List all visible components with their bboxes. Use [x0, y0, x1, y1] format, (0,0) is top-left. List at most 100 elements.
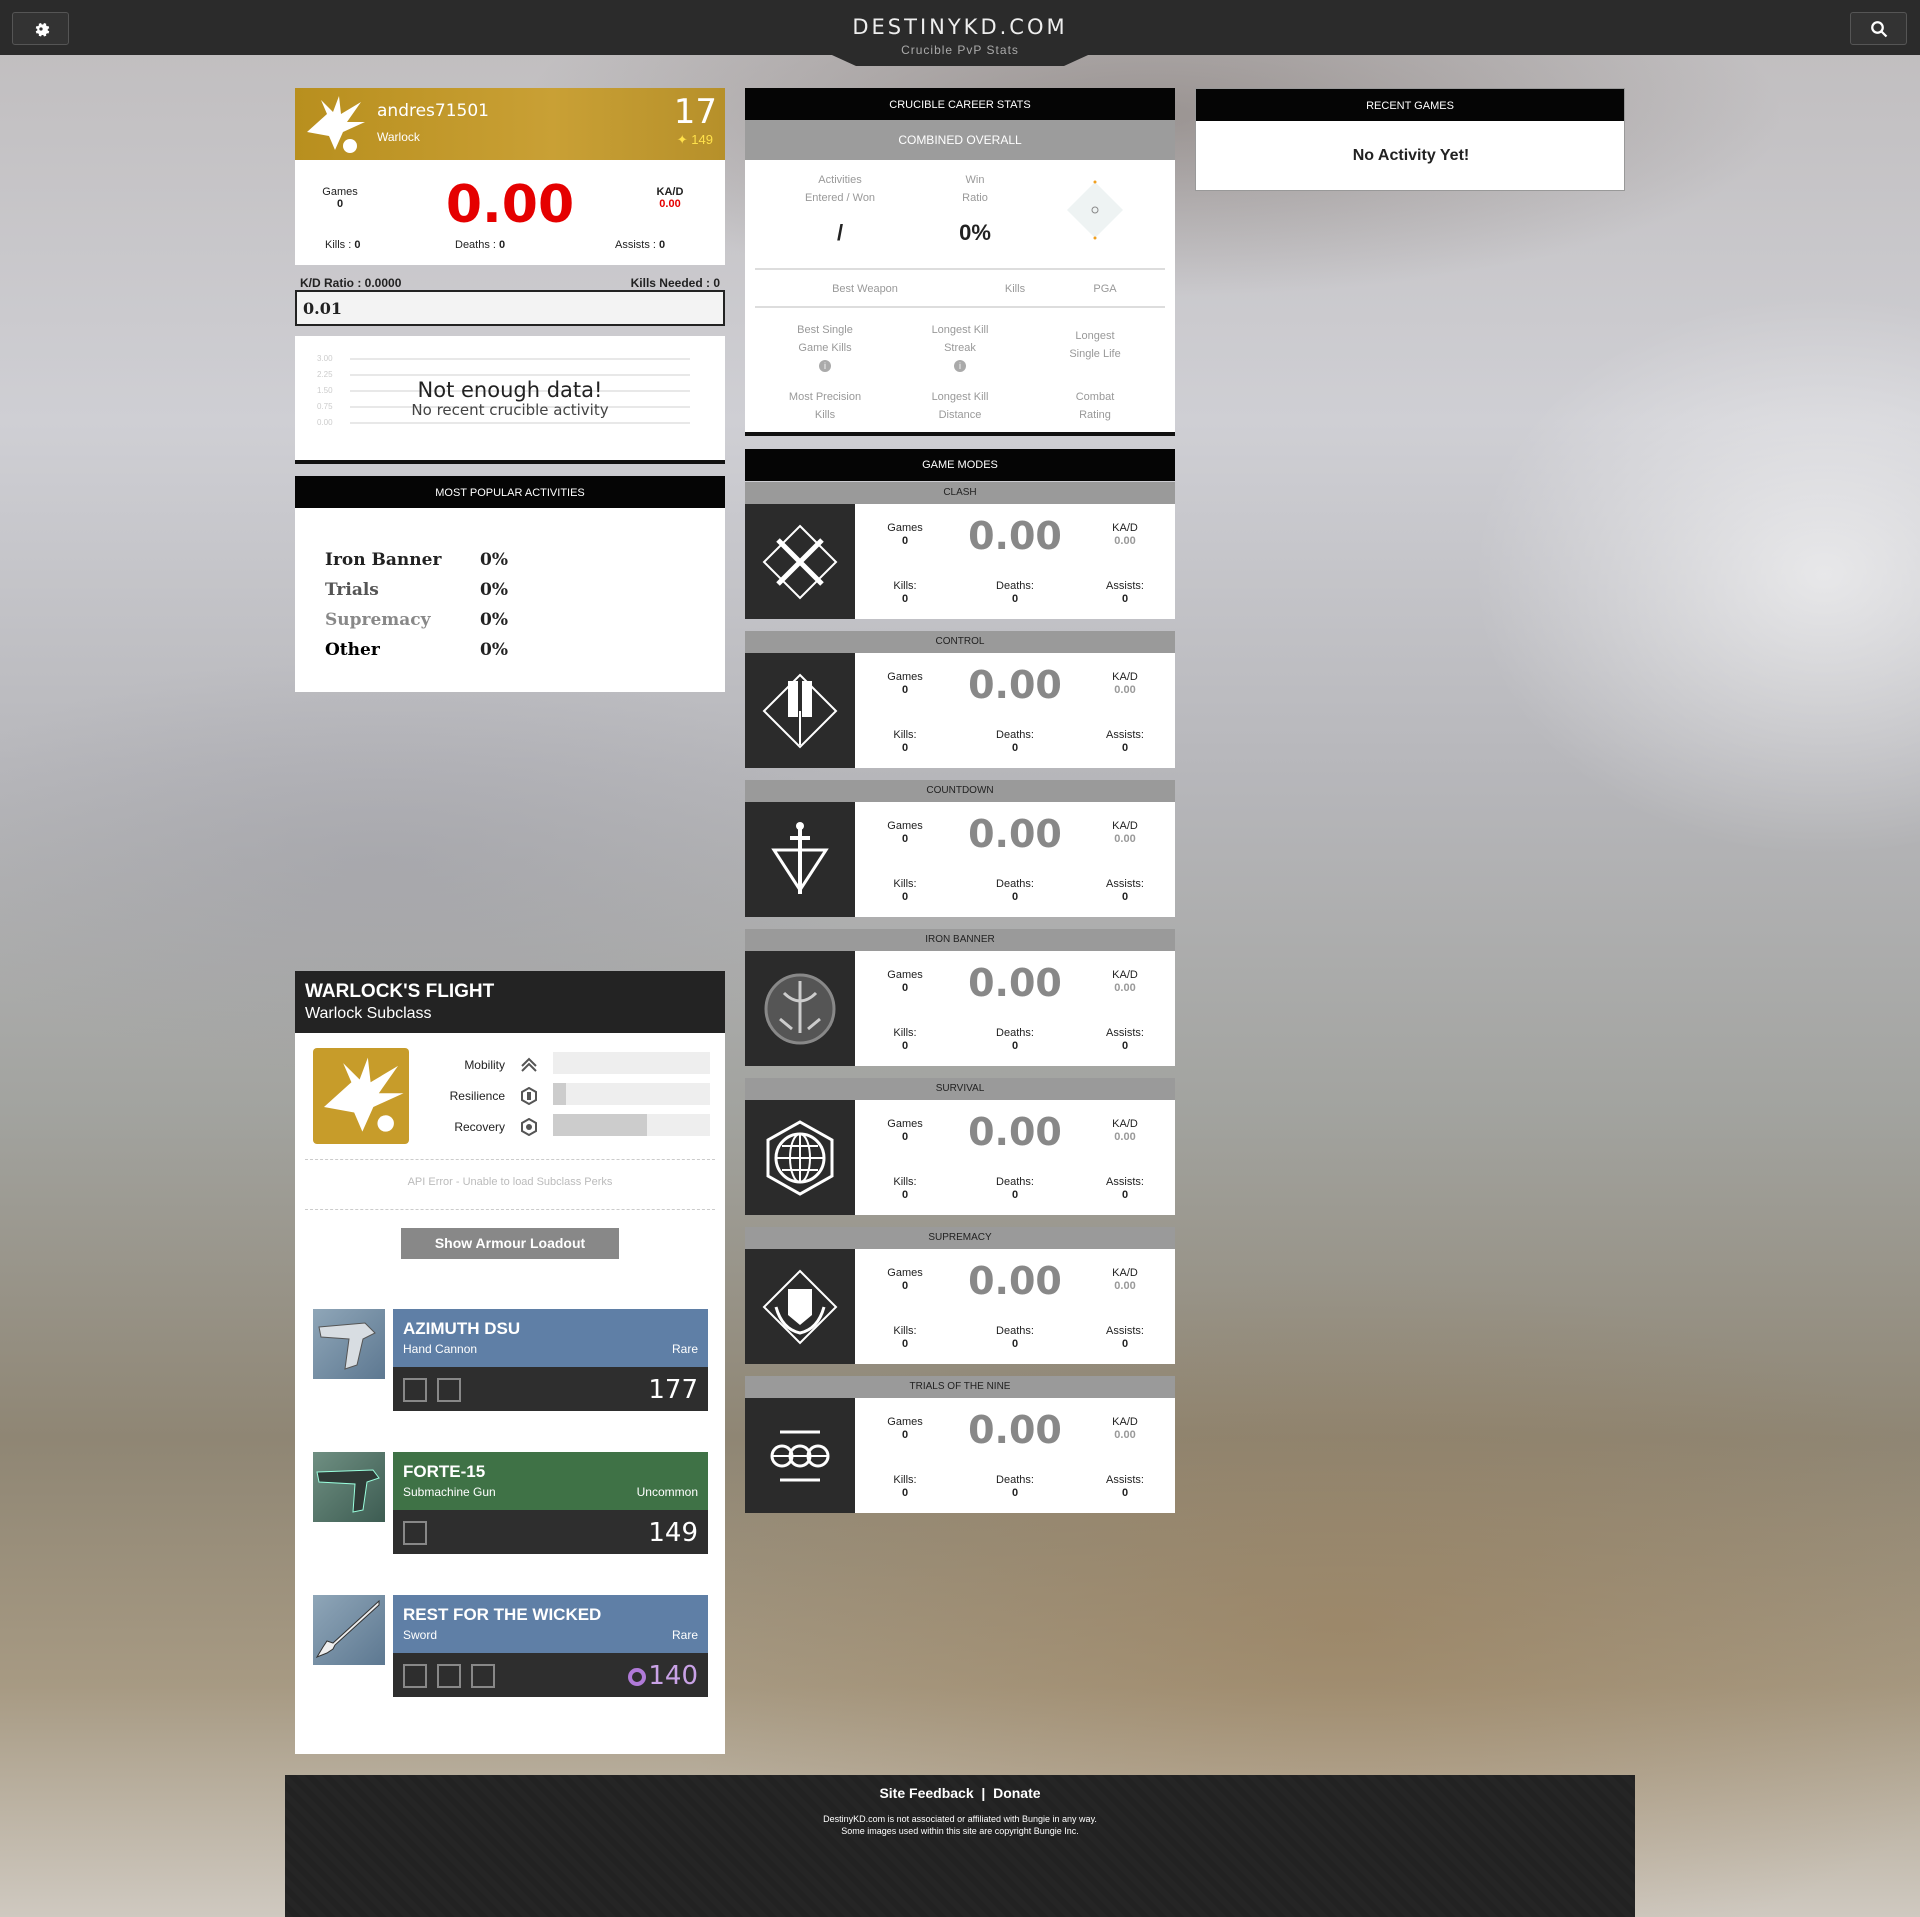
kd-value: 0.00 [968, 663, 1062, 707]
mobility-bar [553, 1052, 710, 1074]
games-label: Games [887, 820, 923, 832]
games-value: 0 [901, 1131, 909, 1143]
games-value: 0 [901, 1429, 909, 1441]
assists-value: 0 [1121, 1487, 1129, 1499]
deaths-label: Deaths: [996, 729, 1034, 741]
game-mode-icon-panel [745, 504, 855, 619]
game-mode-trials-of-the-nine[interactable]: TRIALS OF THE NINE Games 0 0.00 KA/D 0.00 Kill… [745, 1376, 1175, 1513]
weapon-slot-power[interactable]: REST FOR THE WICKED Sword Rare 140 [313, 1595, 708, 1697]
games-value: 0 [901, 684, 909, 696]
popular-row-name: Supremacy [325, 610, 431, 630]
kad-label: KA/D [1112, 671, 1138, 683]
kd-ratio-label: K/D Ratio : 0.0000 [300, 276, 402, 290]
weapon-slot-energy[interactable]: FORTE-15 Submachine Gun Uncommon 149 [313, 1452, 708, 1554]
search-button[interactable] [1850, 12, 1907, 45]
weapon-perk[interactable] [437, 1664, 461, 1688]
label-line: Most Precision [788, 391, 862, 403]
activities-label-line: Entered / Won [804, 192, 876, 204]
longest-single-life-label: Longest Single Life [1045, 327, 1145, 363]
deaths-value: 0 [1011, 1040, 1019, 1052]
weapon-power-value: 140 [648, 1661, 698, 1691]
kad-value: 0.00 [1114, 833, 1136, 845]
games-label: Games [322, 186, 358, 198]
game-mode-title: COUNTDOWN [745, 780, 1175, 802]
subclass-emblem[interactable] [313, 1048, 409, 1144]
popular-row-name: Iron Banner [325, 550, 442, 570]
games-stat: Games 0 [315, 186, 365, 210]
weapon-perk[interactable] [403, 1664, 427, 1688]
weapon-power: 140 [628, 1661, 698, 1691]
weapon-name: FORTE-15 [403, 1462, 486, 1481]
no-activity-message: No Activity Yet! [1352, 147, 1470, 164]
kd-value: 0.00 [968, 961, 1062, 1005]
popular-activities-card: MOST POPULAR ACTIVITIES Iron Banner 0% T… [295, 476, 725, 692]
api-error-message: API Error - Unable to load Subclass Perk… [407, 1176, 613, 1188]
game-mode-control[interactable]: CONTROL Games 0 0.00 KA/D 0.00 Kills: 0 Deaths: 0… [745, 631, 1175, 768]
games-label: Games [887, 1267, 923, 1279]
label-line: Game Kills [798, 342, 852, 354]
warlock-emblem-icon [307, 96, 365, 153]
stat-label: Recovery [454, 1120, 505, 1134]
assists-value: 0 [1121, 742, 1129, 754]
deaths-label: Deaths: [996, 580, 1034, 592]
kills-label: Kills: [893, 580, 917, 592]
game-mode-supremacy[interactable]: SUPREMACY Games 0 0.00 KA/D 0.00 Kills: 0 Deaths… [745, 1227, 1175, 1364]
game-mode-icon-panel [745, 653, 855, 768]
label-line: Longest Kill [931, 324, 989, 336]
game-mode-countdown[interactable]: COUNTDOWN Games 0 0.00 KA/D 0.00 Kills: 0 Deaths… [745, 780, 1175, 917]
info-icon[interactable]: i [819, 360, 831, 372]
popular-row-name: Trials [325, 580, 379, 600]
game-mode-body: Games 0 0.00 KA/D 0.00 Kills: 0 Deaths: 0 Assists… [745, 504, 1175, 619]
game-mode-clash[interactable]: CLASH Games 0 0.00 KA/D 0.00 Kills: 0 Deaths: 0 As… [745, 482, 1175, 619]
weapon-slot-kinetic[interactable]: AZIMUTH DSU Hand Cannon Rare 177 [313, 1309, 708, 1411]
settings-button[interactable] [12, 12, 69, 45]
game-mode-title: SURVIVAL [745, 1078, 1175, 1100]
site-logo[interactable]: DESTINYKD.COM Crucible PvP Stats [830, 0, 1090, 66]
donate-link[interactable]: Donate [993, 1785, 1040, 1801]
kills-value: 0 [901, 1189, 909, 1201]
kad-value: 0.00 [1114, 684, 1136, 696]
profile-banner[interactable]: andres71501 Warlock 17 ✦ 149 [295, 88, 725, 160]
kad-stat: KA/D 0.00 [640, 186, 700, 210]
weapon-perk[interactable] [403, 1521, 427, 1545]
show-armour-loadout-button[interactable]: Show Armour Loadout [401, 1228, 619, 1259]
kad-value: 0.00 [1114, 1280, 1136, 1292]
win-label-line: Win [965, 174, 985, 186]
longest-kill-distance-label: Longest Kill Distance [910, 388, 1010, 424]
game-mode-iron-banner[interactable]: IRON BANNER Games 0 0.00 KA/D 0.00 Kills: 0 Deat… [745, 929, 1175, 1066]
chart-tick: 3.00 [317, 354, 333, 363]
recovery-bar [553, 1114, 710, 1136]
info-icon[interactable]: i [954, 360, 966, 372]
games-label: Games [887, 969, 923, 981]
player-name: andres71501 [377, 101, 489, 121]
best-weapon-label: Best Weapon [832, 283, 898, 295]
footer-separator: | [981, 1785, 986, 1801]
popular-row-pct: 0% [480, 550, 508, 570]
weapon-perk[interactable] [437, 1378, 461, 1402]
assists-value: 0 [1121, 1040, 1129, 1052]
target-kd-input[interactable]: 0.01 [295, 290, 725, 326]
label-line: Longest [1075, 330, 1115, 342]
weapon-name: AZIMUTH DSU [403, 1319, 521, 1338]
mobility-icon [521, 1057, 537, 1072]
deaths-value: 0 [1011, 1338, 1019, 1350]
site-feedback-link[interactable]: Site Feedback [879, 1785, 973, 1801]
weapon-power: 177 [648, 1375, 698, 1405]
deaths-label: Deaths: [996, 1325, 1034, 1337]
best-single-game-kills-label: Best Single Game Kills i [775, 321, 875, 375]
player-level: 17 [673, 92, 717, 132]
weapon-type: Sword [403, 1628, 438, 1642]
kills-value: 0 [901, 593, 909, 605]
kad-label: KA/D [1112, 1416, 1138, 1428]
game-mode-survival[interactable]: SURVIVAL Games 0 0.00 KA/D 0.00 Kills: 0 Deaths:… [745, 1078, 1175, 1215]
divider [305, 1159, 715, 1160]
weapon-perk[interactable] [403, 1378, 427, 1402]
profile-stats: Games 0 0.00 KA/D 0.00 Kills : 0 Deaths … [295, 160, 725, 265]
footer-links: Site Feedback | Donate [285, 1785, 1635, 1801]
weapon-perk[interactable] [471, 1664, 495, 1688]
recovery-fill [553, 1114, 648, 1136]
site-title: DESTINYKD.COM [852, 15, 1068, 39]
assists-value: 0 [1121, 593, 1129, 605]
weapon-header: AZIMUTH DSU Hand Cannon Rare [393, 1309, 708, 1367]
label-line: Streak [944, 342, 976, 354]
